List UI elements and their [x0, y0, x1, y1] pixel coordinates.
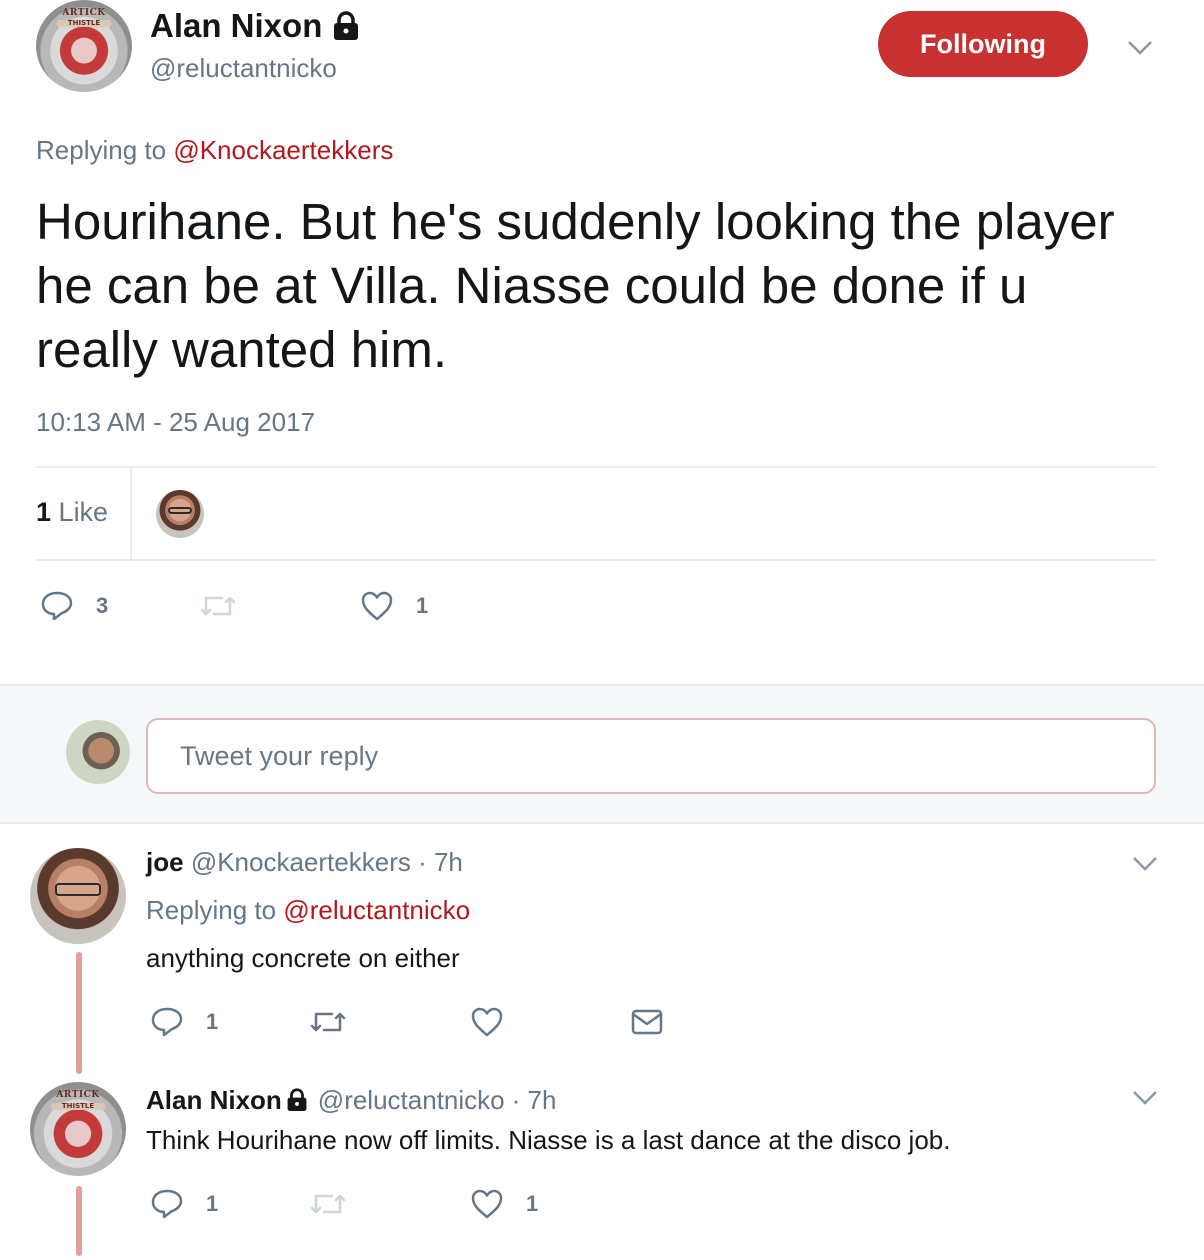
author-avatar[interactable]: ARTICK THISTLE	[36, 0, 132, 92]
reply-time[interactable]: · 7h	[512, 1084, 557, 1116]
replying-to-link[interactable]: @Knockaertekkers	[173, 135, 393, 165]
retweet-action[interactable]	[200, 592, 236, 620]
reply-time[interactable]: · 7h	[418, 847, 463, 877]
tweet-timestamp[interactable]: 10:13 AM - 25 Aug 2017	[36, 406, 315, 438]
retweet-icon	[200, 596, 236, 616]
following-button[interactable]: Following	[878, 11, 1088, 77]
author-name[interactable]: Alan Nixon	[150, 6, 360, 46]
retweet-icon	[310, 1194, 346, 1214]
avatar-badge-subtext: THISTLE	[57, 20, 111, 28]
like-count: 1	[416, 593, 429, 618]
direct-message-action[interactable]	[630, 1008, 664, 1036]
like-count: 1	[526, 1191, 539, 1216]
avatar-glasses	[54, 882, 102, 896]
reply-action[interactable]: 1	[150, 1006, 218, 1038]
lock-icon	[334, 11, 359, 40]
stat-separator	[130, 468, 132, 560]
thread-line	[76, 1186, 82, 1256]
heart-icon	[361, 591, 393, 621]
reply-count: 3	[96, 593, 109, 618]
author-name-text: Alan Nixon	[150, 7, 323, 44]
reply-author-handle[interactable]: @Knockaertekkers	[191, 847, 411, 877]
liker-avatar[interactable]	[156, 490, 204, 538]
chevron-down-icon[interactable]	[1132, 856, 1158, 872]
thread-line	[76, 952, 82, 1074]
reply-author-avatar[interactable]: ARTICK THISTLE	[30, 1082, 126, 1176]
lock-icon	[287, 1088, 307, 1111]
replying-to-line: Replying to @Knockaertekkers	[36, 134, 393, 166]
envelope-icon	[631, 1009, 663, 1035]
tweet-text: Hourihane. But he's suddenly looking the…	[36, 193, 1115, 378]
retweet-action[interactable]	[310, 1008, 346, 1036]
replying-prefix: Replying to	[36, 135, 167, 165]
reply-icon	[41, 591, 73, 621]
chevron-down-icon[interactable]	[1132, 1090, 1158, 1106]
heart-icon	[471, 1189, 503, 1219]
author-handle[interactable]: @reluctantnicko	[150, 52, 337, 84]
divider	[36, 559, 1156, 561]
avatar-glasses	[168, 507, 192, 514]
replying-to-line: Replying to @reluctantnicko	[146, 894, 470, 926]
reply-text: anything concrete on either	[146, 943, 460, 973]
avatar-badge-subtext: THISTLE	[51, 1102, 105, 1110]
divider	[36, 466, 1156, 468]
reply-action[interactable]: 3	[40, 590, 108, 622]
reply-header: joe @Knockaertekkers · 7h	[146, 846, 463, 878]
reply-author-name[interactable]: Alan Nixon	[146, 1084, 282, 1116]
chevron-down-icon[interactable]	[1127, 40, 1153, 56]
like-action[interactable]	[470, 1006, 504, 1038]
reply-header: Alan Nixon @reluctantnicko · 7h	[146, 1084, 556, 1116]
retweet-action[interactable]	[310, 1190, 346, 1218]
reply-icon	[151, 1189, 183, 1219]
reply-author-name[interactable]: joe	[146, 847, 184, 877]
reply-action[interactable]: 1	[150, 1188, 218, 1220]
reply-text: Think Hourihane now off limits. Niasse i…	[146, 1125, 951, 1155]
avatar-badge-text: ARTICK	[62, 8, 106, 19]
tweet-reply-input[interactable]: Tweet your reply	[146, 718, 1156, 794]
heart-icon	[471, 1007, 503, 1037]
likes-stat[interactable]: 1 Like	[36, 496, 108, 528]
replying-prefix: Replying to	[146, 895, 277, 925]
reply-count: 1	[206, 1009, 219, 1034]
likes-label: Like	[58, 497, 109, 527]
replying-to-link[interactable]: @reluctantnicko	[283, 895, 470, 925]
likes-count: 1	[36, 497, 52, 527]
current-user-avatar[interactable]	[66, 720, 130, 784]
reply-author-handle[interactable]: @reluctantnicko	[318, 1084, 505, 1116]
like-action[interactable]: 1	[360, 590, 428, 622]
like-action[interactable]: 1	[470, 1188, 538, 1220]
retweet-icon	[310, 1012, 346, 1032]
reply-composer: Tweet your reply	[0, 684, 1204, 824]
avatar-badge-text: ARTICK	[56, 1090, 100, 1101]
reply-count: 1	[206, 1191, 219, 1216]
reply-author-avatar[interactable]	[30, 848, 126, 944]
reply-icon	[151, 1007, 183, 1037]
